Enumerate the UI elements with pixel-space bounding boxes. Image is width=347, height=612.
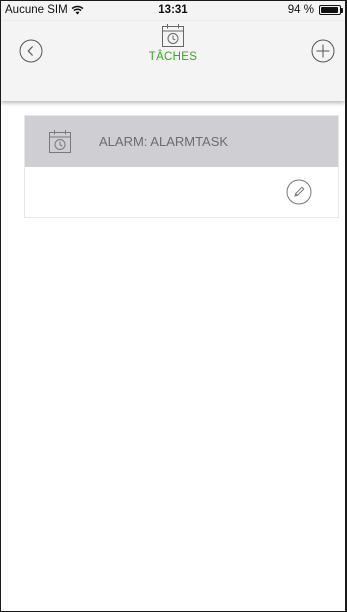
nav-title-group: TÂCHES bbox=[1, 23, 345, 63]
battery-icon bbox=[319, 5, 343, 15]
add-task-button[interactable] bbox=[307, 35, 339, 67]
battery-tip bbox=[341, 8, 343, 13]
navigation-bar: TÂCHES bbox=[1, 21, 345, 101]
task-type-icon-wrap bbox=[46, 127, 74, 157]
battery-indicator: 94 % bbox=[287, 4, 343, 16]
page-title: TÂCHES bbox=[148, 51, 198, 63]
task-list: ALARM: ALARMTASK bbox=[1, 101, 345, 611]
pencil-edit-icon bbox=[286, 179, 312, 205]
battery-percent: 94 % bbox=[287, 4, 314, 16]
calendar-clock-icon bbox=[162, 24, 184, 47]
task-name: ALARM: ALARMTASK bbox=[99, 134, 229, 149]
calendar-clock-icon bbox=[49, 130, 71, 153]
edit-task-button[interactable] bbox=[286, 179, 312, 205]
battery-level-fill bbox=[321, 7, 338, 13]
list-item: ALARM: ALARMTASK bbox=[24, 115, 339, 218]
plus-circle-icon bbox=[311, 39, 335, 63]
app-screen: Aucune SIM 13:31 94 % TÂCHES ALARM: ALAR… bbox=[0, 0, 347, 612]
task-row[interactable]: ALARM: ALARMTASK bbox=[25, 116, 338, 167]
status-bar: Aucune SIM 13:31 94 % bbox=[1, 1, 345, 21]
